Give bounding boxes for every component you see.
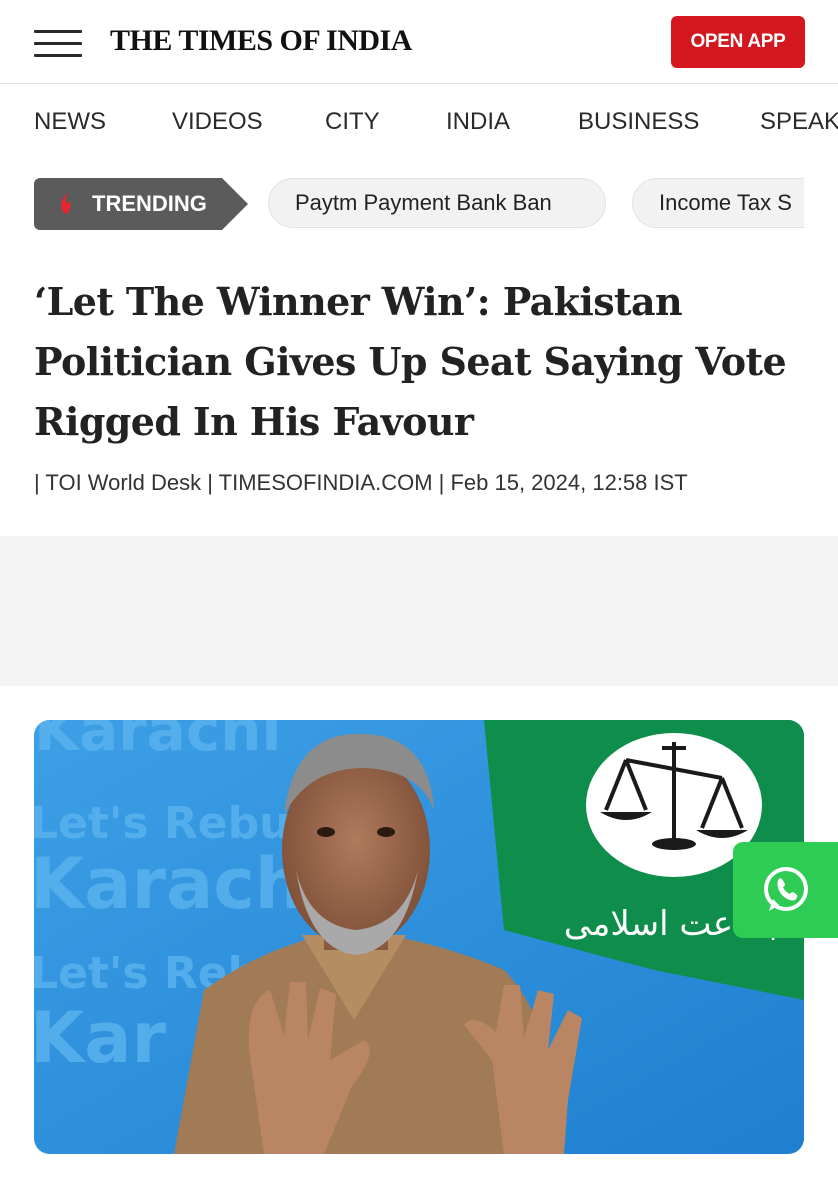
article-hero-image: Karachi Let's Rebuild Karachi Let's Reb …	[34, 720, 804, 1154]
article-byline: | TOI World Desk | TIMESOFINDIA.COM | Fe…	[34, 470, 688, 495]
hamburger-menu-icon[interactable]	[34, 28, 82, 60]
site-logo[interactable]: THE TIMES OF INDIA	[110, 24, 412, 58]
nav-item-news[interactable]: NEWS	[34, 108, 106, 136]
section-nav: NEWS VIDEOS CITY INDIA BUSINESS SPEAK	[0, 84, 838, 160]
whatsapp-share-button[interactable]	[733, 842, 838, 938]
flame-icon	[61, 193, 71, 214]
top-header: THE TIMES OF INDIA OPEN APP	[0, 0, 838, 84]
backdrop-text-5: Kar	[34, 997, 166, 1079]
backdrop-text-1: Karachi	[34, 720, 281, 764]
whatsapp-icon	[763, 867, 808, 911]
nav-item-city[interactable]: CITY	[325, 108, 380, 136]
trending-label[interactable]: TRENDING	[34, 178, 248, 230]
trending-label-text: TRENDING	[92, 191, 207, 216]
trending-bar: TRENDING Paytm Payment Bank Ban Income T…	[0, 170, 838, 236]
nav-item-speak[interactable]: SPEAK	[760, 108, 838, 136]
trending-chip-paytm[interactable]: Paytm Payment Bank Ban	[268, 178, 606, 228]
trending-fade-edge	[804, 170, 838, 236]
nav-item-videos[interactable]: VIDEOS	[172, 108, 263, 136]
open-app-button[interactable]: OPEN APP	[671, 16, 805, 68]
nav-item-business[interactable]: BUSINESS	[578, 108, 699, 136]
article-headline: ‘Let The Winner Win’: Pakistan Politicia…	[34, 279, 787, 444]
hero-photo: Karachi Let's Rebuild Karachi Let's Reb …	[34, 720, 804, 1154]
nav-item-india[interactable]: INDIA	[446, 108, 510, 136]
ad-placeholder	[0, 536, 838, 686]
